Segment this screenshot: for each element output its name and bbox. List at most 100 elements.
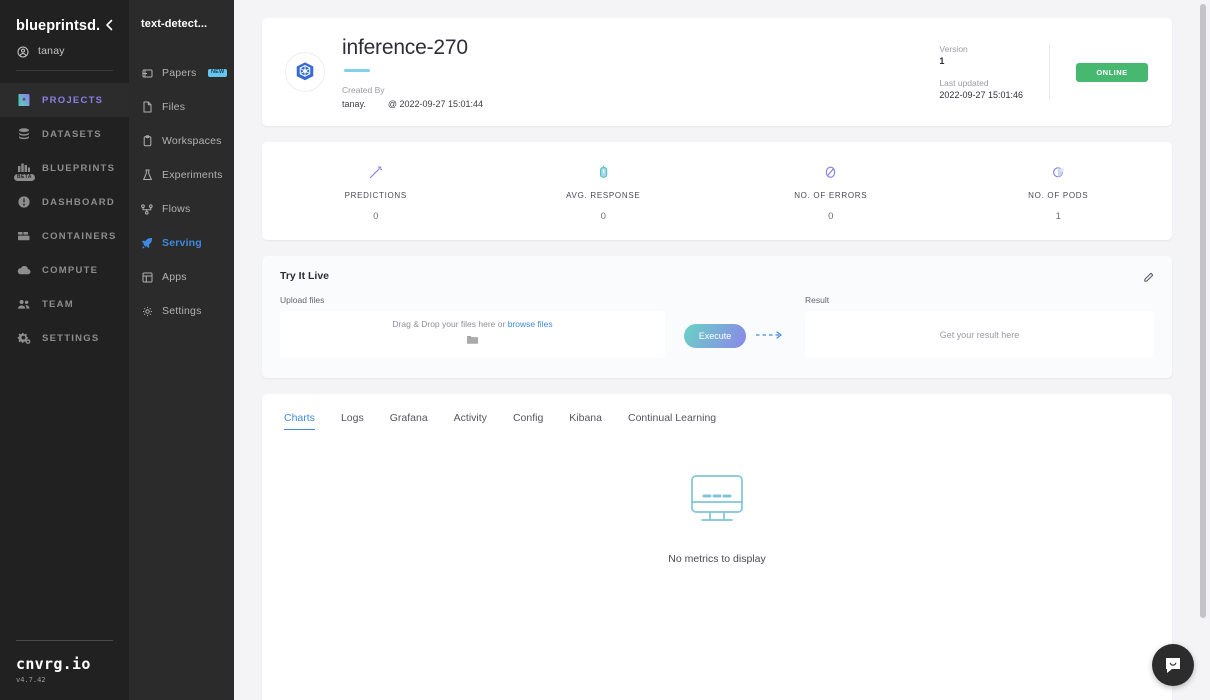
tab-bar: Charts Logs Grafana Activity Config Kiba… bbox=[284, 412, 1150, 430]
stat-pods: NO. OF PODS 1 bbox=[945, 162, 1173, 222]
result-column: Result Get your result here bbox=[805, 295, 1154, 358]
sidebar-item-datasets[interactable]: DATASETS bbox=[0, 117, 129, 151]
sidebar-item-team[interactable]: TEAM bbox=[0, 287, 129, 321]
folder-icon[interactable] bbox=[466, 332, 479, 350]
tab-config[interactable]: Config bbox=[513, 412, 543, 430]
empty-state: No metrics to display bbox=[284, 474, 1150, 565]
stat-avg-response: AVG. RESPONSE 0 bbox=[490, 162, 718, 222]
error-circle-icon bbox=[717, 162, 945, 182]
sidebar-item-label: Files bbox=[162, 101, 186, 113]
database-icon bbox=[16, 127, 31, 142]
status-badge: ONLINE bbox=[1076, 62, 1148, 82]
stat-value: 0 bbox=[373, 211, 379, 222]
tab-kibana[interactable]: Kibana bbox=[569, 412, 602, 430]
execute-button[interactable]: Execute bbox=[683, 324, 747, 348]
monitor-icon bbox=[688, 474, 746, 531]
kubernetes-icon bbox=[286, 53, 324, 91]
sidebar-item-label: Papers bbox=[162, 67, 197, 79]
brand-divider bbox=[16, 640, 113, 641]
papers-icon bbox=[141, 67, 153, 79]
sidebar-item-label: Serving bbox=[162, 237, 202, 249]
brand-version: v4.7.42 bbox=[16, 676, 46, 684]
blueprints-icon: BETA bbox=[14, 161, 35, 181]
try-it-live-row: Upload files Drag & Drop your files here… bbox=[280, 295, 1154, 358]
user-circle-icon bbox=[17, 45, 29, 58]
version-block: Version 1 bbox=[939, 44, 1023, 66]
chat-bubble-icon[interactable] bbox=[1152, 644, 1194, 686]
new-badge: NEW bbox=[208, 68, 227, 78]
result-box[interactable]: Get your result here bbox=[805, 311, 1154, 358]
flow-icon bbox=[141, 203, 153, 215]
sidebar-divider bbox=[16, 70, 113, 71]
workspace-icon bbox=[141, 135, 153, 147]
dropzone-text: Drag & Drop your files here or browse fi… bbox=[392, 319, 552, 329]
sidebar-item-label: Apps bbox=[162, 271, 187, 283]
sidebar-item-experiments[interactable]: Experiments bbox=[129, 158, 234, 192]
details-tabs-card: Charts Logs Grafana Activity Config Kiba… bbox=[262, 394, 1172, 700]
user-row[interactable]: tanay bbox=[0, 40, 129, 58]
created-by-row: tanay. @ 2022-09-27 15:01:44 bbox=[342, 99, 939, 109]
primary-sidebar: blueprintsd... tanay PROJECTS DATASETS B… bbox=[0, 0, 129, 700]
gears-icon bbox=[16, 331, 31, 346]
file-dropzone[interactable]: Drag & Drop your files here or browse fi… bbox=[280, 311, 665, 358]
pencil-icon[interactable] bbox=[1143, 270, 1154, 288]
upload-column: Upload files Drag & Drop your files here… bbox=[280, 295, 665, 358]
sidebar-item-label: TEAM bbox=[42, 298, 74, 310]
stat-label: AVG. RESPONSE bbox=[566, 191, 641, 200]
cloud-icon bbox=[16, 263, 31, 278]
tab-activity[interactable]: Activity bbox=[454, 412, 487, 430]
sidebar-item-label: Workspaces bbox=[162, 135, 222, 147]
sidebar-item-dashboard[interactable]: DASHBOARD bbox=[0, 185, 129, 219]
org-name: blueprintsd... bbox=[16, 18, 100, 34]
created-at: @ 2022-09-27 15:01:44 bbox=[387, 98, 484, 109]
browse-files-link[interactable]: browse files bbox=[508, 319, 553, 329]
sidebar-item-serving[interactable]: Serving bbox=[129, 226, 234, 260]
sidebar-item-workspaces[interactable]: Workspaces bbox=[129, 124, 234, 158]
tab-continual-learning[interactable]: Continual Learning bbox=[628, 412, 716, 430]
secondary-sidebar: text-detect... Papers NEW Files Workspac… bbox=[129, 0, 234, 700]
version-value: 1 bbox=[939, 56, 945, 66]
sidebar-item-label: Experiments bbox=[162, 169, 223, 181]
sidebar-item-projects[interactable]: PROJECTS bbox=[0, 83, 129, 117]
project-title: text-detect... bbox=[141, 18, 208, 30]
sidebar-item-apps[interactable]: Apps bbox=[129, 260, 234, 294]
sidebar-item-blueprints[interactable]: BETA BLUEPRINTS bbox=[0, 151, 129, 185]
book-icon bbox=[16, 93, 31, 108]
stat-errors: NO. OF ERRORS 0 bbox=[717, 162, 945, 222]
vertical-scrollbar[interactable] bbox=[1200, 4, 1206, 618]
grid-icon bbox=[141, 271, 153, 283]
sidebar-item-label: BLUEPRINTS bbox=[42, 162, 116, 174]
brand-name: cnvrg.io bbox=[16, 655, 91, 673]
gauge-icon bbox=[16, 195, 31, 210]
tab-logs[interactable]: Logs bbox=[341, 412, 364, 430]
brand-footer: cnvrg.io v4.7.42 bbox=[0, 640, 129, 700]
metrics-summary-card: PREDICTIONS 0 AVG. RESPONSE 0 NO. OF ERR… bbox=[262, 142, 1172, 240]
tab-grafana[interactable]: Grafana bbox=[390, 412, 428, 430]
containers-icon bbox=[16, 229, 31, 244]
sidebar-item-flows[interactable]: Flows bbox=[129, 192, 234, 226]
endpoint-header-card: inference-270 Created By tanay. @ 2022-0… bbox=[262, 18, 1172, 126]
sidebar-item-project-settings[interactable]: Settings bbox=[129, 294, 234, 328]
sidebar-item-compute[interactable]: COMPUTE bbox=[0, 253, 129, 287]
stat-value: 0 bbox=[600, 211, 606, 222]
stopwatch-icon bbox=[490, 162, 718, 182]
sidebar-item-label: SETTINGS bbox=[42, 332, 100, 344]
last-updated-value: 2022-09-27 15:01:46 bbox=[939, 90, 1023, 100]
tab-charts[interactable]: Charts bbox=[284, 412, 315, 430]
sidebar-item-papers[interactable]: Papers NEW bbox=[129, 56, 234, 90]
created-by-user: tanay. bbox=[342, 98, 366, 109]
sidebar-item-containers[interactable]: CONTAINERS bbox=[0, 219, 129, 253]
stat-label: NO. OF ERRORS bbox=[794, 191, 868, 200]
last-updated-label: Last updated bbox=[939, 78, 989, 88]
magic-wand-icon bbox=[262, 162, 490, 182]
sidebar-item-settings[interactable]: SETTINGS bbox=[0, 321, 129, 355]
pods-icon bbox=[945, 162, 1173, 182]
app-root: blueprintsd... tanay PROJECTS DATASETS B… bbox=[0, 0, 1210, 700]
primary-nav-list: PROJECTS DATASETS BETA BLUEPRINTS DASHBO… bbox=[0, 83, 129, 355]
gear-icon bbox=[141, 305, 153, 317]
file-icon bbox=[141, 101, 153, 113]
chevron-left-icon[interactable] bbox=[100, 19, 115, 33]
sidebar-item-files[interactable]: Files bbox=[129, 90, 234, 124]
endpoint-identity: inference-270 Created By tanay. @ 2022-0… bbox=[342, 36, 939, 109]
user-name: tanay bbox=[38, 45, 65, 57]
